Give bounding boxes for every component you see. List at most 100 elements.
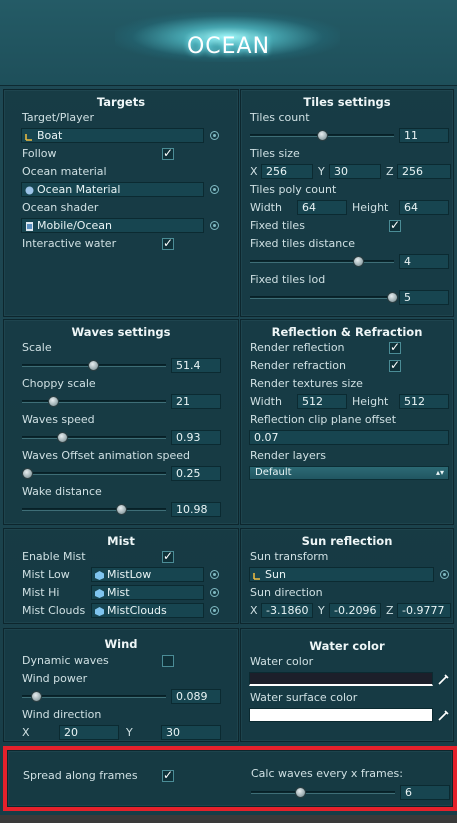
follow-label: Follow	[22, 147, 57, 160]
slider-knob[interactable]	[88, 360, 99, 371]
speed-slider[interactable]	[22, 432, 166, 443]
ocean-logo: OCEAN	[186, 34, 271, 59]
choppy-label: Choppy scale	[22, 377, 96, 390]
eyedropper-icon[interactable]	[437, 708, 451, 722]
tiles-size-x-field[interactable]: 256	[261, 164, 313, 179]
wind-direction-label: Wind direction	[22, 708, 102, 721]
z-label: Z	[386, 604, 394, 617]
render-reflection-checkbox[interactable]: ✓	[389, 340, 401, 354]
water-color-panel: Water color Water color Water surface co…	[240, 628, 454, 742]
material-field[interactable]: Ocean Material	[21, 182, 204, 197]
speed-label: Waves speed	[22, 413, 95, 426]
targets-panel: Targets Target/Player Boat Follow ✓ Ocea…	[3, 89, 239, 317]
wind-power-slider[interactable]	[22, 691, 166, 702]
height-label: Height	[352, 201, 389, 214]
choppy-slider[interactable]	[22, 396, 166, 407]
scale-field[interactable]: 51.4	[171, 358, 221, 373]
fixed-lod-field[interactable]: 5	[399, 290, 449, 305]
texture-height-field[interactable]: 512	[399, 394, 449, 409]
wake-slider[interactable]	[22, 504, 166, 515]
material-picker-icon[interactable]	[210, 185, 219, 194]
mist-low-picker-icon[interactable]	[210, 570, 219, 579]
speed-field[interactable]: 0.93	[171, 430, 221, 445]
tiles-count-field[interactable]: 11	[399, 128, 449, 143]
mist-hi-field[interactable]: Mist	[91, 585, 204, 600]
texture-width-field[interactable]: 512	[297, 394, 347, 409]
poly-width-field[interactable]: 64	[297, 200, 347, 215]
interactive-checkbox[interactable]: ✓	[162, 236, 174, 250]
render-layers-label: Render layers	[250, 449, 326, 462]
render-layers-dropdown[interactable]: Default ▴▾	[249, 466, 449, 480]
sun-direction-y-field[interactable]: -0.2096	[329, 603, 381, 618]
y-label: Y	[318, 165, 325, 178]
enable-mist-checkbox[interactable]: ✓	[162, 549, 174, 563]
slider-knob[interactable]	[317, 130, 328, 141]
slider-knob[interactable]	[31, 691, 42, 702]
sun-picker-icon[interactable]	[440, 570, 449, 579]
tiles-size-y-field[interactable]: 30	[329, 164, 381, 179]
dynamic-waves-label: Dynamic waves	[22, 654, 109, 667]
tiles-size-z-field[interactable]: 256	[397, 164, 451, 179]
sun-transform-value: Sun	[265, 568, 286, 581]
fixed-distance-slider[interactable]	[250, 256, 394, 267]
fixed-tiles-checkbox[interactable]: ✓	[389, 218, 401, 232]
slider-knob[interactable]	[116, 504, 127, 515]
transform-icon	[253, 570, 262, 580]
fixed-distance-field[interactable]: 4	[399, 254, 449, 269]
shader-value: Mobile/Ocean	[37, 219, 112, 232]
choppy-field[interactable]: 21	[171, 394, 221, 409]
tiles-title: Tiles settings	[303, 95, 391, 109]
mist-low-label: Mist Low	[22, 568, 70, 581]
scale-slider[interactable]	[22, 360, 166, 371]
target-field[interactable]: Boat	[21, 128, 204, 143]
wake-field[interactable]: 10.98	[171, 502, 221, 517]
offset-slider[interactable]	[22, 468, 166, 479]
wind-y-field[interactable]: 30	[161, 725, 221, 740]
offset-field[interactable]: 0.25	[171, 466, 221, 481]
shader-picker-icon[interactable]	[210, 221, 219, 230]
mist-clouds-field[interactable]: MistClouds	[91, 603, 204, 618]
wake-label: Wake distance	[22, 485, 102, 498]
water-surface-swatch[interactable]	[249, 708, 433, 722]
sun-transform-label: Sun transform	[250, 550, 329, 563]
shader-field[interactable]: Mobile/Ocean	[21, 218, 204, 233]
tiles-count-slider[interactable]	[250, 130, 394, 141]
wind-power-field[interactable]: 0.089	[171, 689, 221, 704]
prefab-cube-icon	[95, 606, 104, 616]
material-sphere-icon	[25, 185, 34, 195]
clip-offset-field[interactable]: 0.07	[249, 430, 449, 445]
enable-mist-label: Enable Mist	[22, 550, 86, 563]
ocean-inspector: OCEAN Targets Target/Player Boat Follow …	[0, 0, 457, 823]
sun-title: Sun reflection	[301, 534, 393, 548]
sun-direction-x-field[interactable]: -3.1860	[261, 603, 313, 618]
eyedropper-icon[interactable]	[437, 672, 451, 686]
sun-direction-z-field[interactable]: -0.9777	[397, 603, 451, 618]
mist-hi-label: Mist Hi	[22, 586, 60, 599]
fixed-distance-label: Fixed tiles distance	[250, 237, 356, 250]
render-refraction-checkbox[interactable]: ✓	[389, 358, 401, 372]
water-color-swatch[interactable]	[249, 672, 433, 686]
sun-transform-field[interactable]: Sun	[249, 567, 434, 582]
render-layers-value: Default	[255, 467, 292, 478]
sun-direction-label: Sun direction	[250, 586, 323, 599]
slider-knob[interactable]	[353, 256, 364, 267]
x-label: X	[22, 726, 30, 739]
slider-knob[interactable]	[48, 396, 59, 407]
texture-size-label: Render textures size	[250, 377, 363, 390]
mist-low-field[interactable]: MistLow	[91, 567, 204, 582]
follow-checkbox[interactable]: ✓	[162, 146, 174, 160]
fixed-lod-slider[interactable]	[250, 292, 398, 303]
slider-knob[interactable]	[387, 292, 398, 303]
target-picker-icon[interactable]	[210, 131, 219, 140]
mist-hi-picker-icon[interactable]	[210, 588, 219, 597]
y-label: Y	[318, 604, 325, 617]
fixed-tiles-label: Fixed tiles	[250, 219, 305, 232]
wind-x-field[interactable]: 20	[59, 725, 119, 740]
interactive-label: Interactive water	[22, 237, 117, 250]
transform-icon	[25, 131, 34, 141]
slider-knob[interactable]	[22, 468, 33, 479]
poly-height-field[interactable]: 64	[399, 200, 449, 215]
slider-knob[interactable]	[57, 432, 68, 443]
mist-clouds-picker-icon[interactable]	[210, 606, 219, 615]
dynamic-waves-checkbox[interactable]	[162, 655, 174, 667]
